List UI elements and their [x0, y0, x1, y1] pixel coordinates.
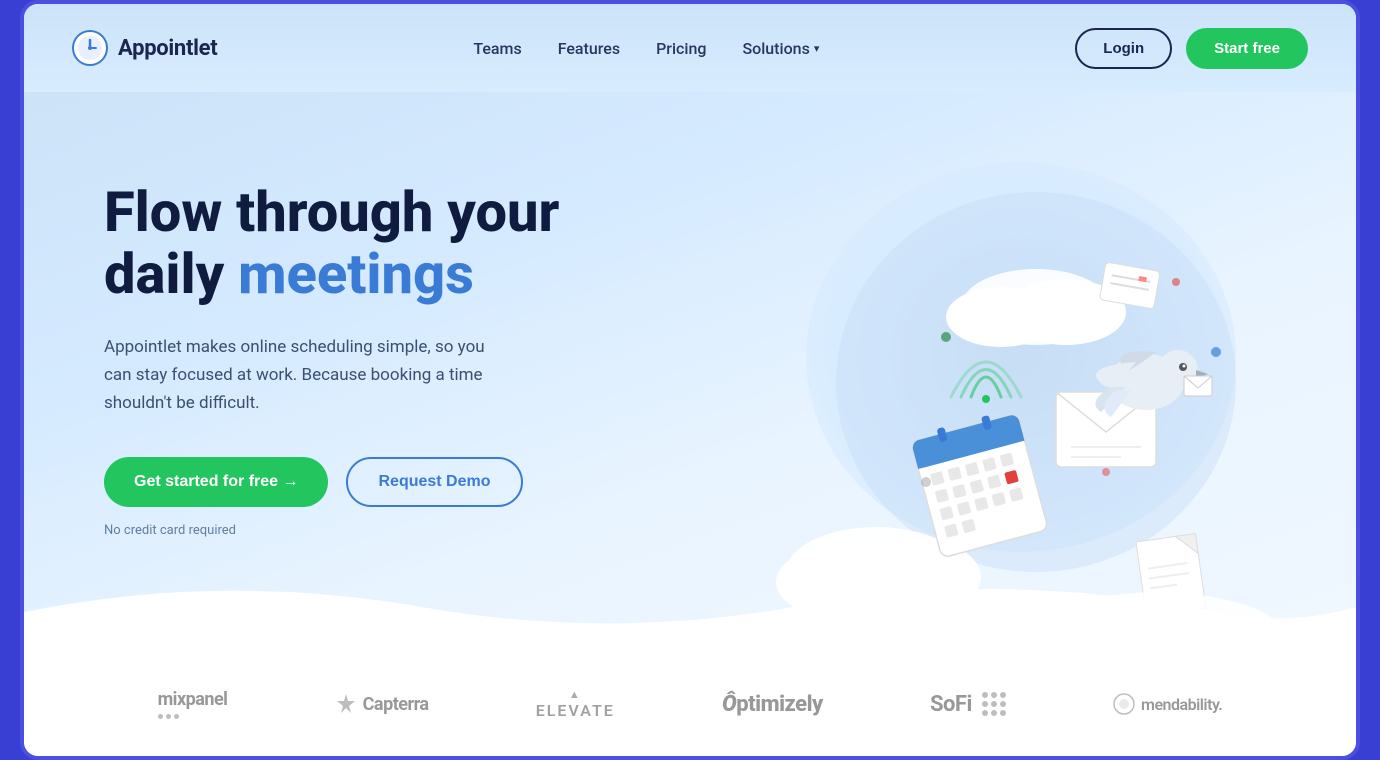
hero-left: Flow through your daily meetings Appoint…	[104, 152, 624, 538]
hero-buttons: Get started for free → Request Demo	[104, 457, 624, 507]
brand-mixpanel-text: mixpanel	[158, 689, 228, 710]
get-started-button[interactable]: Get started for free →	[104, 457, 328, 507]
brand-mendability-text: mendability.	[1141, 695, 1222, 714]
logo-text: Appointlet	[118, 36, 217, 61]
brand-elevate-text: ELEVATE	[536, 701, 615, 720]
brand-capterra: Capterra	[335, 693, 429, 715]
capterra-icon	[335, 693, 357, 715]
navbar: Appointlet Teams Features Pricing Soluti…	[24, 4, 1356, 92]
page-container: Appointlet Teams Features Pricing Soluti…	[20, 0, 1360, 760]
brand-mixpanel: mixpanel	[158, 689, 228, 719]
start-free-button[interactable]: Start free	[1186, 28, 1308, 69]
mendability-icon	[1113, 693, 1135, 715]
nav-features[interactable]: Features	[558, 39, 620, 58]
hero-illustration	[624, 152, 1276, 632]
login-button[interactable]: Login	[1075, 28, 1172, 69]
no-credit-card-text: No credit card required	[104, 523, 624, 538]
brand-sofi-text: SoFi	[930, 692, 972, 717]
wave-bottom	[24, 572, 1356, 652]
chevron-down-icon: ▾	[814, 42, 820, 55]
nav-actions: Login Start free	[1075, 28, 1308, 69]
nav-pricing[interactable]: Pricing	[656, 39, 706, 58]
logo-icon	[72, 30, 108, 66]
brand-elevate: ▲ ELEVATE	[536, 688, 615, 720]
brand-sofi: SoFi	[930, 692, 1006, 717]
nav-links: Teams Features Pricing Solutions ▾	[473, 39, 819, 58]
brands-section: mixpanel Capterra ▲ ELEVATE Ôptimizely	[24, 652, 1356, 756]
hero-section: Flow through your daily meetings Appoint…	[24, 92, 1356, 652]
request-demo-button[interactable]: Request Demo	[346, 457, 522, 507]
nav-solutions[interactable]: Solutions ▾	[742, 39, 819, 58]
sofi-grid	[982, 692, 1006, 716]
brand-capterra-text: Capterra	[363, 694, 429, 715]
nav-teams[interactable]: Teams	[473, 39, 521, 58]
hero-title: Flow through your daily meetings	[104, 182, 624, 305]
brand-mendability: mendability.	[1113, 693, 1222, 715]
brand-optimizely: Ôptimizely	[722, 692, 823, 717]
hero-subtitle: Appointlet makes online scheduling simpl…	[104, 333, 504, 417]
brand-optimizely-text: Ôptimizely	[722, 692, 823, 717]
mixpanel-dots	[158, 714, 228, 719]
logo[interactable]: Appointlet	[72, 30, 217, 66]
